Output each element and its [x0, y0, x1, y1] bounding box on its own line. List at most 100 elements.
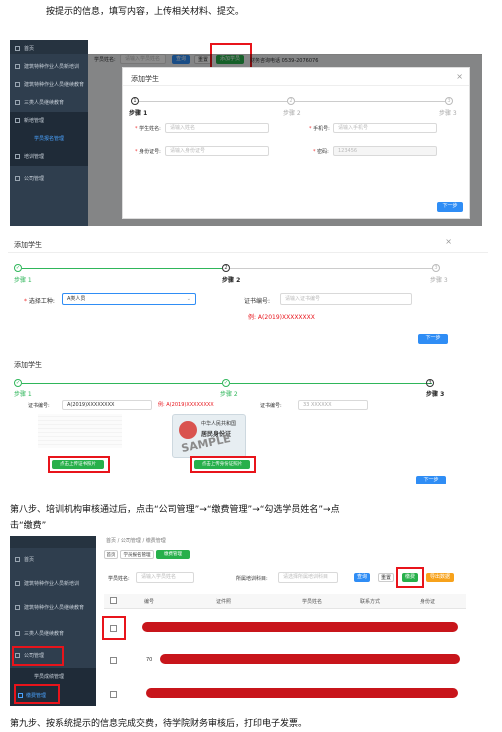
- gear-icon: [15, 176, 20, 181]
- redacted-row: [142, 622, 458, 632]
- highlight-box: [14, 684, 60, 704]
- home-icon: [15, 46, 20, 51]
- redacted-row: [146, 688, 458, 698]
- highlight-box: [396, 567, 424, 588]
- step-3-dot: 3: [426, 379, 434, 387]
- user-icon: [15, 64, 20, 69]
- step-3-label: 步骤 3: [430, 277, 448, 284]
- step-2-dot: ✓: [222, 379, 230, 387]
- worktype-label: * 选择工种:: [24, 298, 55, 305]
- folder-icon: [15, 154, 20, 159]
- sidebar-item-new-manage[interactable]: 新培管理: [10, 112, 88, 130]
- tab-enroll[interactable]: 学员报名管理: [120, 550, 154, 559]
- cert-example: 例: A(2019)XXXXXXXX: [248, 314, 315, 321]
- user-icon: [15, 82, 20, 87]
- screenshot-add-student-step1: 首页 建筑特种作业人员新培训 建筑特种作业人员继续教育 三类人员继续教育 新培管…: [10, 40, 482, 226]
- cert-photo: [38, 414, 122, 448]
- step-2-label: 步骤 2: [220, 391, 238, 398]
- sidebar: 首页 建筑特种作业人员新培训 建筑特种作业人员继续教育 三类人员继续教育 公司管…: [10, 536, 96, 706]
- screenshot-add-student-step2: 添加学生 × ✓ 2 3 步骤 1 步骤 2 步骤 3 * 选择工种: A类人员…: [8, 234, 488, 348]
- home-icon: [15, 557, 20, 562]
- step-3-dot: 3: [445, 97, 453, 105]
- user-icon: [15, 605, 20, 610]
- name-label: * 学生姓名:: [135, 126, 161, 132]
- modal-title: 添加学生: [14, 361, 42, 369]
- user-icon: [15, 100, 20, 105]
- step-1-label: 步骤 1: [129, 110, 148, 117]
- intro-text: 按提示的信息，填写内容，上传相关材料、提交。: [46, 7, 245, 17]
- reset-button[interactable]: 重置: [378, 573, 394, 582]
- sidebar: 首页 建筑特种作业人员新培训 建筑特种作业人员继续教育 三类人员继续教育 新培管…: [10, 40, 88, 226]
- sidebar-item-home[interactable]: 首页: [10, 40, 88, 58]
- row-checkbox[interactable]: [110, 657, 117, 664]
- emblem-icon: [179, 421, 197, 439]
- name-input[interactable]: 请输入姓名: [165, 123, 269, 133]
- sidebar-item-three-class[interactable]: 三类人员继续教育: [10, 624, 96, 644]
- highlight-box: [190, 456, 256, 473]
- sidebar-item-home[interactable]: 首页: [10, 550, 96, 570]
- idcard-image: 中华人民共和国 居民身份证 SAMPLE: [172, 414, 246, 458]
- next-button[interactable]: 下一步: [418, 334, 448, 344]
- cert-example: 例: A(2019)XXXXXXXX: [158, 402, 214, 408]
- step-1-label: 步骤 1: [14, 391, 32, 398]
- step-1-dot: ✓: [14, 379, 22, 387]
- sidebar-item-enroll[interactable]: 学员报名管理: [10, 130, 88, 148]
- modal-title: 添加学生: [14, 241, 42, 249]
- step8-text-line1: 第八步、培训机构审核通过后，点击“公司管理”→“缴费管理”→“勾选学员姓名”→点: [10, 505, 340, 515]
- tab-payment[interactable]: 缴费管理: [156, 550, 190, 559]
- step-1-dot: ✓: [14, 264, 22, 272]
- row-number: 70: [146, 657, 153, 663]
- table-header: 编号 证件照 学员姓名 联系方式 身份证: [104, 594, 466, 609]
- cert-label-2: 证书编号:: [260, 403, 282, 409]
- step-1-label: 步骤 1: [14, 277, 32, 284]
- export-button[interactable]: 导出数据: [426, 573, 454, 582]
- screenshot-add-student-step3: 添加学生 ✓ ✓ 3 步骤 1 步骤 2 步骤 3 证书编号: A(2019)X…: [8, 354, 488, 484]
- step9-text: 第九步、按系统提示的信息完成交费，待学院财务审核后，打印电子发票。: [10, 719, 308, 729]
- cert-label: 证书编号:: [244, 298, 271, 305]
- sidebar-item-new-training[interactable]: 建筑特种作业人员新培训: [10, 574, 96, 594]
- cert-input-2[interactable]: 33 XXXXXX: [298, 400, 368, 410]
- tab-home[interactable]: 首页: [104, 550, 118, 559]
- step-3-label: 步骤 3: [426, 391, 445, 398]
- highlight-box: [12, 646, 64, 666]
- close-icon[interactable]: ×: [445, 237, 452, 246]
- password-label: * 密码:: [313, 149, 329, 155]
- modal-title: 添加学生: [131, 75, 159, 83]
- sidebar-item-training[interactable]: 培训管理: [10, 148, 88, 166]
- search-button[interactable]: 查询: [354, 573, 370, 582]
- phone-input[interactable]: 请输入手机号: [333, 123, 437, 133]
- close-icon[interactable]: ×: [456, 72, 463, 81]
- step8-text-line2: 击“缴费”: [10, 521, 47, 531]
- search-label: 学员姓名:: [108, 576, 130, 582]
- next-button[interactable]: 下一步: [437, 202, 463, 212]
- cert-input[interactable]: 请输入证书编号: [280, 293, 412, 305]
- highlight-box: [48, 456, 110, 473]
- user-icon: [15, 631, 20, 636]
- step-3-label: 步骤 3: [439, 110, 457, 117]
- step-2-dot: 2: [287, 97, 295, 105]
- worktype-select[interactable]: A类人员 ⌄: [62, 293, 196, 305]
- search-input[interactable]: 请输入学员姓名: [136, 572, 194, 583]
- sidebar-item-continue-edu[interactable]: 建筑特种作业人员继续教育: [10, 76, 88, 94]
- subject-select[interactable]: 请选择所属培训科目: [278, 572, 338, 583]
- subject-label: 所属培训科目:: [236, 576, 268, 582]
- chevron-down-icon: ⌄: [186, 296, 191, 302]
- phone-label: * 手机号:: [309, 126, 330, 132]
- step-1-dot: 1: [131, 97, 139, 105]
- sidebar-item-new-training[interactable]: 建筑特种作业人员新培训: [10, 58, 88, 76]
- step-3-dot: 3: [432, 264, 440, 272]
- highlight-box: [102, 616, 126, 640]
- idcard-input[interactable]: 请输入身份证号: [165, 146, 269, 156]
- folder-icon: [15, 118, 20, 123]
- idcard-label: * 身份证号:: [135, 149, 161, 155]
- next-button[interactable]: 下一步: [416, 476, 446, 484]
- password-input[interactable]: 123456: [333, 146, 437, 156]
- sidebar-item-company[interactable]: 公司管理: [10, 170, 88, 188]
- step-2-label: 步骤 2: [283, 110, 301, 117]
- select-all-checkbox[interactable]: [110, 597, 117, 604]
- sidebar-item-continue-edu[interactable]: 建筑特种作业人员继续教育: [10, 598, 96, 618]
- row-checkbox[interactable]: [110, 691, 117, 698]
- step-2-label: 步骤 2: [222, 277, 241, 284]
- sidebar-item-three-class[interactable]: 三类人员继续教育: [10, 94, 88, 112]
- cert-input[interactable]: A(2019)XXXXXXXX: [62, 400, 152, 410]
